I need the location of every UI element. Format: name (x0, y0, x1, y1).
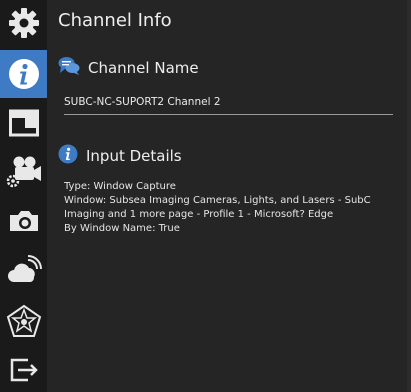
sidebar-item-cloud[interactable] (0, 248, 47, 293)
sidebar-item-overlay[interactable] (0, 298, 47, 343)
detail-by-window-name: By Window Name: True (64, 223, 180, 234)
sidebar-item-settings[interactable] (0, 0, 47, 45)
sidebar (0, 0, 47, 392)
camera-icon (7, 206, 41, 236)
panel-edge (407, 0, 411, 392)
info-icon (7, 57, 41, 91)
channel-name-field[interactable]: SUBC-NC-SUPORT2 Channel 2 (64, 92, 393, 115)
info-circle-icon (58, 144, 78, 168)
detail-type: Type: Window Capture (64, 181, 176, 192)
page-title: Channel Info (58, 10, 172, 31)
detail-window: Window: Subsea Imaging Cameras, Lights, … (64, 195, 371, 220)
input-details-header: Input Details (58, 144, 182, 168)
pentagon-star-icon (6, 304, 42, 338)
input-details-label: Input Details (86, 147, 182, 165)
exit-icon (8, 355, 40, 385)
channel-name-label: Channel Name (88, 59, 199, 77)
chat-bubbles-icon (58, 56, 80, 80)
sidebar-item-channel-info[interactable] (0, 50, 47, 98)
sidebar-item-snapshot[interactable] (0, 198, 47, 243)
channel-info-window: Channel Info Channel Name SUBC-NC-SUPORT… (0, 0, 411, 392)
layout-icon (8, 108, 40, 138)
channel-name-header: Channel Name (58, 56, 199, 80)
gear-icon (7, 6, 41, 40)
cloud-broadcast-icon (6, 254, 42, 287)
sidebar-item-camera-settings[interactable] (0, 148, 47, 196)
sidebar-item-exit[interactable] (0, 347, 47, 392)
camera-settings-icon (5, 153, 43, 191)
sidebar-item-layout[interactable] (0, 100, 47, 145)
input-details-text: Type: Window Capture Window: Subsea Imag… (64, 180, 394, 236)
